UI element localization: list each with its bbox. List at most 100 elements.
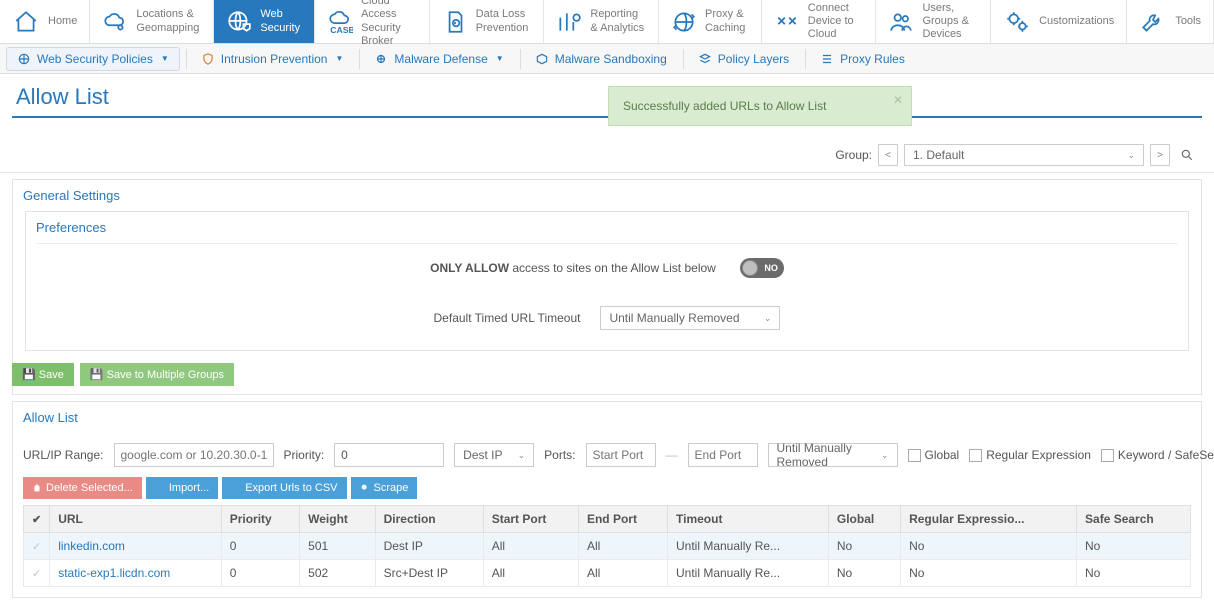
group-next-button[interactable]: > [1150,144,1170,166]
nav-tools[interactable]: Tools [1127,0,1214,43]
nav-label: Cloud Access Security Broker [361,0,417,48]
url-link[interactable]: static-exp1.licdn.com [58,566,170,580]
sub-label: Malware Defense [394,52,487,66]
scrape-button[interactable]: Scrape [351,477,418,499]
separator [186,49,187,69]
start-port-input[interactable] [586,443,656,467]
nav-label: Web Security [260,8,302,34]
separator [805,49,806,69]
col-timeout[interactable]: Timeout [668,506,829,533]
chk-label: Global [925,448,960,462]
chevron-down-icon: ⌄ [518,450,526,461]
cell-direction: Src+Dest IP [375,560,483,587]
url-link[interactable]: linkedin.com [58,539,125,553]
col-weight[interactable]: Weight [300,506,375,533]
col-url[interactable]: URL [50,506,222,533]
globe-shield-icon [226,8,252,36]
users-icon [888,8,914,36]
only-allow-text: ONLY ALLOW access to sites on the Allow … [430,261,716,275]
col-direction[interactable]: Direction [375,506,483,533]
table-row[interactable]: ✓ linkedin.com 0 501 Dest IP All All Unt… [24,533,1191,560]
save-multi-button[interactable]: 💾 Save to Multiple Groups [80,363,234,386]
direction-select[interactable]: Dest IP⌄ [454,443,534,467]
group-search-button[interactable] [1176,144,1198,166]
only-allow-toggle[interactable]: NO [740,258,784,278]
cell-endport: All [578,533,667,560]
end-port-input[interactable] [688,443,758,467]
priority-input[interactable] [334,443,444,467]
cell-regex: No [901,533,1077,560]
col-priority[interactable]: Priority [221,506,299,533]
sub-intrusion[interactable]: Intrusion Prevention ▼ [191,48,354,70]
separator [683,49,684,69]
keyword-checkbox[interactable]: Keyword / SafeSearch [1101,448,1214,462]
url-label: URL/IP Range: [23,448,104,462]
col-check[interactable]: ✔ [24,506,50,533]
cell-url: static-exp1.licdn.com [50,560,222,587]
nav-label: Reporting & Analytics [590,8,646,34]
cell-timeout: Until Manually Re... [668,560,829,587]
timed-url-select[interactable]: Until Manually Removed ⌄ [600,306,780,330]
nav-users[interactable]: Users, Groups & Devices [876,0,991,43]
nav-proxy[interactable]: Proxy & Caching [659,0,762,43]
row-check[interactable]: ✓ [24,560,50,587]
sub-sandbox[interactable]: Malware Sandboxing [525,48,677,70]
nav-connect[interactable]: Connect Device to Cloud [762,0,877,43]
check-icon: ✓ [32,568,41,580]
col-regex[interactable]: Regular Expressio... [901,506,1077,533]
globe-small-icon [17,52,31,66]
global-checkbox[interactable]: Global [908,448,960,462]
sub-layers[interactable]: Policy Layers [688,48,799,70]
group-select[interactable]: 1. Default ⌄ [904,144,1144,166]
sub-malware[interactable]: Malware Defense ▼ [364,48,513,70]
sub-nav: Web Security Policies ▼ Intrusion Preven… [0,44,1214,74]
checkbox-icon [969,449,982,462]
home-icon [12,8,40,36]
nav-custom[interactable]: Customizations [991,0,1127,43]
separator [520,49,521,69]
import-button[interactable]: Import... [146,477,218,499]
sub-label: Malware Sandboxing [555,52,667,66]
filter-row: URL/IP Range: Priority: Dest IP⌄ Ports: … [13,433,1201,477]
chevron-down-icon: ⌄ [1127,150,1135,161]
btn-label: Export Urls to CSV [245,482,337,494]
col-safesearch[interactable]: Safe Search [1077,506,1191,533]
panel-title: Preferences [26,212,1188,243]
save-button[interactable]: 💾 Save [12,363,74,386]
page-header: Allow List [0,74,1214,116]
ports-label: Ports: [544,448,575,462]
timed-label: Default Timed URL Timeout [434,311,581,325]
table-row[interactable]: ✓ static-exp1.licdn.com 0 502 Src+Dest I… [24,560,1191,587]
col-startport[interactable]: Start Port [483,506,578,533]
caret-down-icon: ▼ [335,54,343,63]
col-global[interactable]: Global [828,506,900,533]
url-input[interactable] [114,443,274,467]
delete-selected-button[interactable]: Delete Selected... [23,477,142,499]
shield-small-icon [201,52,215,66]
timed-value: Until Manually Removed [609,311,739,325]
row-check[interactable]: ✓ [24,533,50,560]
nav-home[interactable]: Home [0,0,90,43]
export-csv-button[interactable]: Export Urls to CSV [222,477,346,499]
sub-policies[interactable]: Web Security Policies ▼ [6,47,180,71]
caret-down-icon: ▼ [161,54,169,63]
regex-checkbox[interactable]: Regular Expression [969,448,1091,462]
nav-locations[interactable]: Locations & Geomapping [90,0,214,43]
cell-safesearch: No [1077,533,1191,560]
layers-icon [698,52,712,66]
sub-label: Proxy Rules [840,52,905,66]
group-prev-button[interactable]: < [878,144,898,166]
timeout-select[interactable]: Until Manually Removed⌄ [768,443,898,467]
title-underline [12,116,1202,118]
nav-reporting[interactable]: Reporting & Analytics [544,0,659,43]
list-icon [820,52,834,66]
only-allow-row: ONLY ALLOW access to sites on the Allow … [36,243,1178,292]
col-endport[interactable]: End Port [578,506,667,533]
sub-proxyrules[interactable]: Proxy Rules [810,48,915,70]
nav-web-security[interactable]: Web Security [214,0,315,43]
nav-casb[interactable]: CASB Cloud Access Security Broker [315,0,430,43]
nav-dlp[interactable]: Data Loss Prevention [430,0,545,43]
toast-close-icon[interactable]: ✕ [893,93,903,107]
page-title: Allow List [16,84,109,110]
cell-direction: Dest IP [375,533,483,560]
